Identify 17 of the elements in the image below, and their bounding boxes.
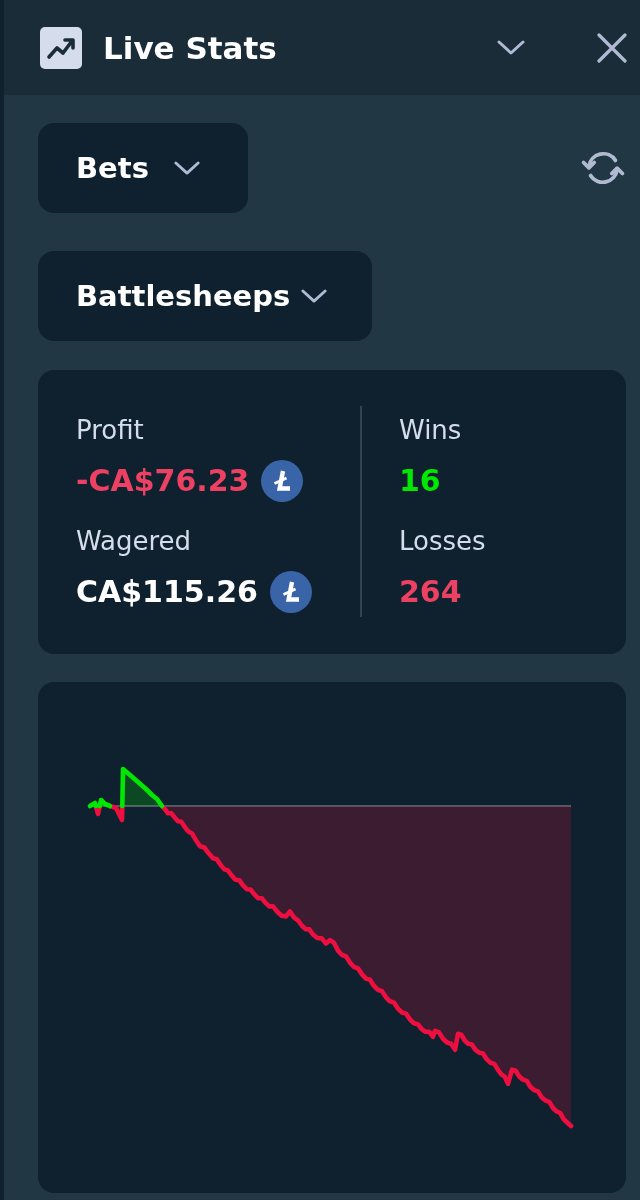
stat-value: -CA$76.23 <box>76 462 250 500</box>
filter-dropdown[interactable]: Bets <box>38 123 248 213</box>
stat-value: CA$115.26 <box>76 573 258 611</box>
stat-value: 16 <box>399 462 441 500</box>
chevron-down-icon <box>174 160 200 176</box>
window-title: Live Stats <box>103 29 277 66</box>
stat-label: Profit <box>76 414 145 447</box>
close-button[interactable] <box>597 32 627 63</box>
stat-label: Wagered <box>76 525 193 558</box>
chevron-down-icon <box>301 288 328 304</box>
chevron-down-icon <box>497 39 525 56</box>
stat-label: Losses <box>399 525 487 558</box>
collapse-button[interactable] <box>497 39 525 56</box>
filter-dropdown[interactable]: Battlesheeps <box>38 251 373 341</box>
stat-label: Wins <box>399 414 463 447</box>
close-icon <box>597 32 627 63</box>
stat-value: 264 <box>399 573 462 611</box>
